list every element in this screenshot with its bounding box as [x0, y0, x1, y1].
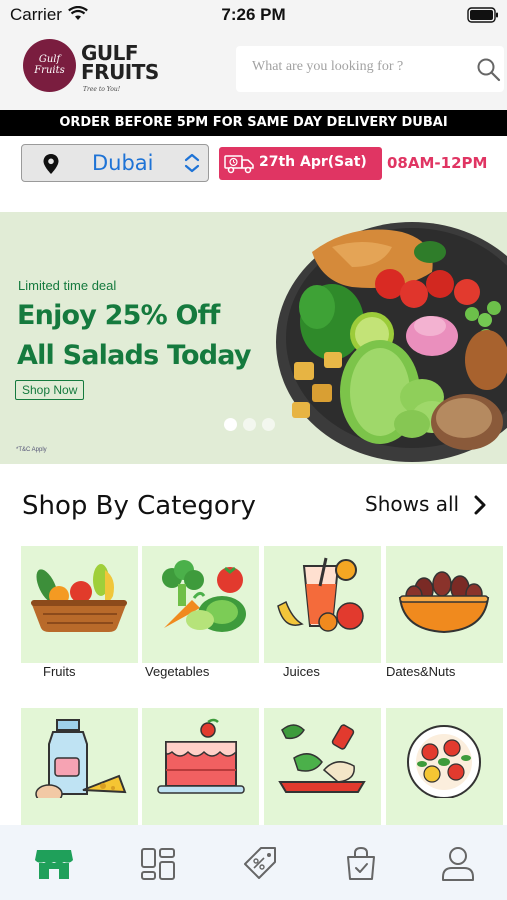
- promo-terms: *T&C Apply: [16, 447, 47, 453]
- store-icon[interactable]: [34, 844, 74, 884]
- carousel-dot[interactable]: [262, 418, 275, 431]
- category-card-salads[interactable]: [386, 708, 503, 825]
- shop-now-button[interactable]: Shop Now: [15, 380, 85, 400]
- category-card-dates-nuts[interactable]: [386, 546, 503, 663]
- category-card-dairy[interactable]: [21, 708, 138, 825]
- promo-kicker: Limited time deal: [18, 278, 117, 293]
- promo-title: Enjoy 25% Off All Salads Today: [17, 296, 251, 376]
- category-section-title: Shop By Category: [22, 491, 256, 521]
- dairy-icon: [35, 719, 127, 798]
- salad-bowl-image: [276, 222, 507, 462]
- category-card-fruits[interactable]: [21, 546, 138, 663]
- cart-bag-icon[interactable]: [341, 844, 381, 884]
- delivery-slot[interactable]: 08AM-12PM: [387, 154, 487, 172]
- dates-bowl-icon: [398, 571, 490, 634]
- category-card-cakes[interactable]: [142, 708, 259, 825]
- search-input[interactable]: [252, 59, 472, 75]
- category-label-juices: Juices: [283, 664, 320, 679]
- cake-icon: [157, 718, 245, 794]
- delivery-banner: ORDER BEFORE 5PM FOR SAME DAY DELIVERY D…: [0, 110, 507, 136]
- battery-icon: [467, 7, 498, 23]
- location-selector[interactable]: Dubai: [21, 144, 209, 182]
- category-label-vegetables: Vegetables: [145, 664, 210, 679]
- logo-badge[interactable]: Gulf Fruits: [23, 39, 76, 92]
- salad-plate-icon: [407, 725, 481, 798]
- bottom-tab-bar: [0, 825, 507, 900]
- logo-tagline: Tree to You!: [83, 86, 121, 93]
- delivery-date: 27th Apr(Sat): [259, 154, 367, 170]
- delivery-date-button[interactable]: 27th Apr(Sat): [219, 147, 382, 180]
- delivery-truck-icon: [224, 155, 254, 174]
- carousel-dot[interactable]: [224, 418, 237, 431]
- juices-icon: [277, 557, 364, 632]
- clock: 7:26 PM: [221, 5, 286, 24]
- profile-icon[interactable]: [438, 844, 478, 884]
- carousel-dot[interactable]: [243, 418, 256, 431]
- search-box[interactable]: [236, 46, 504, 92]
- location-city: Dubai: [92, 151, 154, 175]
- promo-title-line2: All Salads Today: [17, 340, 251, 371]
- vegetables-icon: [162, 560, 246, 632]
- logo-wordmark: GULF FRUITS: [81, 41, 159, 84]
- fruit-basket-icon: [31, 564, 127, 632]
- category-card-meat[interactable]: [264, 708, 381, 825]
- chevron-right-icon[interactable]: [473, 494, 487, 516]
- promo-title-line1: Enjoy 25% Off: [17, 300, 220, 331]
- status-bar: Carrier 7:26 PM: [0, 0, 507, 30]
- offers-icon[interactable]: [241, 844, 281, 884]
- logo-badge-text: Gulf Fruits: [34, 54, 65, 76]
- carousel-dots[interactable]: [224, 418, 281, 436]
- shows-all-link[interactable]: Shows all: [365, 492, 459, 516]
- location-pin-icon: [43, 154, 59, 174]
- categories-icon[interactable]: [138, 844, 178, 884]
- meat-icon: [278, 724, 366, 793]
- chevron-updown-icon: [184, 153, 200, 173]
- search-icon[interactable]: [476, 57, 502, 83]
- category-label-dates-nuts: Dates&Nuts: [386, 664, 456, 679]
- category-label-fruits: Fruits: [43, 664, 76, 679]
- category-card-vegetables[interactable]: [142, 546, 259, 663]
- promo-banner[interactable]: Limited time deal Enjoy 25% Off All Sala…: [0, 212, 507, 464]
- app-header: Gulf Fruits GULF FRUITS Tree to You!: [0, 30, 507, 110]
- category-card-juices[interactable]: [264, 546, 381, 663]
